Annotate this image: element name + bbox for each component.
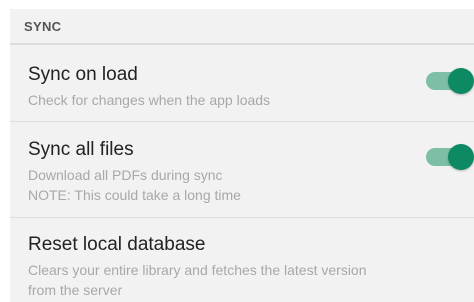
pref-summary-line: NOTE: This could take a long time	[28, 187, 241, 203]
pref-summary: Clears your entire library and fetches t…	[28, 260, 394, 300]
pref-title: Reset local database	[28, 234, 206, 255]
section-title: SYNC	[24, 18, 62, 34]
pref-sync-all-files[interactable]: Sync all files Download all PDFs during …	[10, 122, 474, 218]
settings-panel: SYNC Sync on load Check for changes when…	[10, 9, 474, 302]
pref-reset-local-database[interactable]: Reset local database Clears your entire …	[10, 218, 474, 302]
pref-summary-line: Clears your entire library and fetches t…	[28, 262, 367, 278]
pref-title: Sync on load	[28, 64, 138, 85]
sync-on-load-toggle[interactable]	[426, 65, 474, 97]
pref-summary-line: Download all PDFs during sync	[28, 167, 223, 183]
pref-sync-on-load[interactable]: Sync on load Check for changes when the …	[10, 45, 474, 122]
pref-title: Sync all files	[28, 139, 134, 160]
pref-summary-line: from the server	[28, 282, 123, 298]
section-header: SYNC	[10, 9, 474, 45]
pref-summary: Download all PDFs during sync NOTE: This…	[28, 165, 394, 205]
toggle-thumb	[448, 144, 474, 170]
pref-summary: Check for changes when the app loads	[28, 92, 271, 108]
sync-all-files-toggle[interactable]	[426, 141, 474, 173]
toggle-thumb	[448, 68, 474, 94]
